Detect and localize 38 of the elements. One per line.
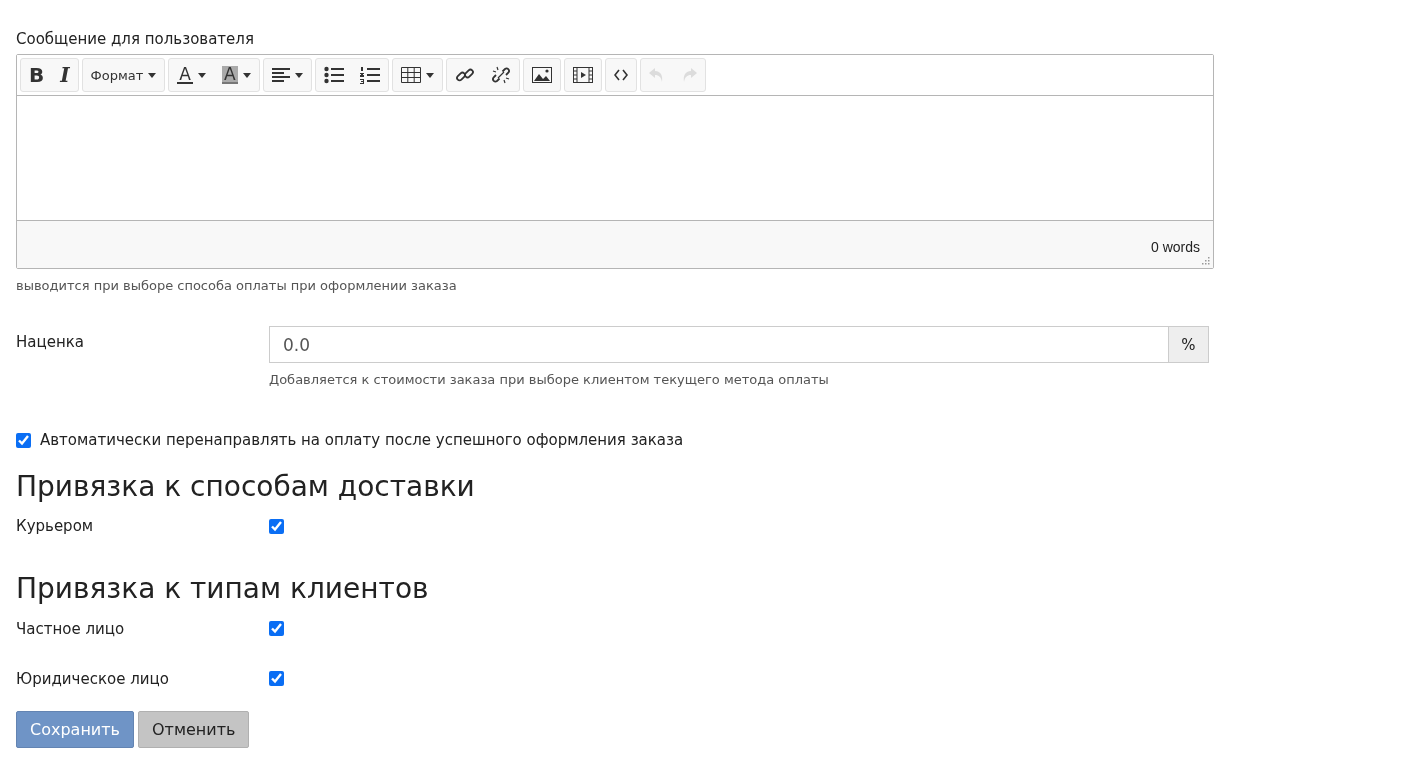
checkbox-label: Автоматически перенаправлять на оплату после успешного оформления заказа bbox=[40, 431, 684, 449]
word-count: 0 words bbox=[1150, 239, 1200, 255]
checkbox[interactable] bbox=[269, 621, 284, 637]
text-color-button[interactable]: A bbox=[169, 59, 214, 91]
checkbox[interactable] bbox=[269, 671, 284, 687]
background-color-button[interactable]: A bbox=[214, 59, 259, 91]
numbered-list-icon bbox=[359, 66, 380, 84]
field-label: Наценка bbox=[16, 332, 85, 353]
cancel-button[interactable]: Отменить bbox=[138, 710, 250, 748]
bullet-list-icon bbox=[323, 66, 344, 84]
italic-button[interactable]: I bbox=[52, 59, 78, 91]
format-dropdown[interactable]: Формат bbox=[82, 59, 165, 91]
help-text: выводится при выборе способа оплаты при оформлении заказа bbox=[16, 278, 458, 293]
checkbox-label: Курьером bbox=[16, 517, 95, 536]
caret-icon bbox=[425, 72, 434, 78]
checkbox[interactable] bbox=[16, 432, 31, 448]
markup-input[interactable]: 0.0 bbox=[269, 326, 1168, 363]
undo-icon bbox=[648, 67, 665, 83]
checkbox[interactable] bbox=[269, 518, 284, 534]
image-icon bbox=[531, 67, 552, 83]
film-icon bbox=[572, 67, 593, 83]
help-text: Добавляется к стоимости заказа при выборе клиентом текущего метода оплаты bbox=[269, 372, 830, 387]
caret-icon bbox=[294, 72, 303, 78]
checkbox-label: Юридическое лицо bbox=[16, 669, 170, 688]
caret-icon bbox=[198, 72, 206, 78]
section-heading: Привязка к способам доставки bbox=[16, 469, 476, 505]
bold-button[interactable]: B bbox=[21, 59, 53, 91]
code-icon bbox=[613, 69, 628, 81]
checkbox-label: Частное лицо bbox=[16, 619, 126, 638]
align-left-icon bbox=[271, 67, 290, 83]
resize-handle-icon[interactable] bbox=[1201, 256, 1210, 265]
percent-addon: % bbox=[1168, 326, 1209, 363]
unlink-icon bbox=[490, 65, 511, 85]
caret-icon bbox=[148, 72, 157, 78]
section-heading: Привязка к типам клиентов bbox=[16, 571, 430, 608]
caret-icon bbox=[242, 72, 251, 78]
field-label: Сообщение для пользователя bbox=[16, 30, 255, 48]
table-icon bbox=[400, 67, 421, 83]
